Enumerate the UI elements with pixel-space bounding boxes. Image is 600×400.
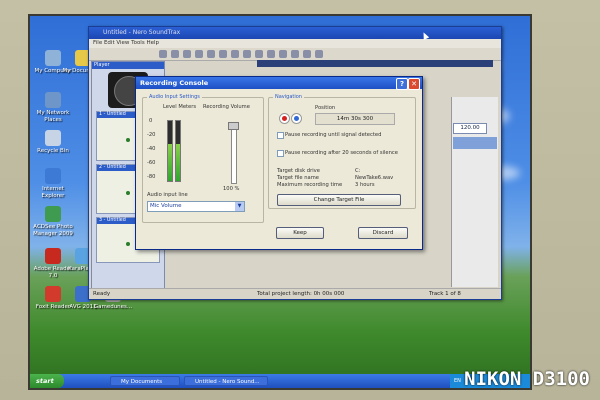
desktop-icon[interactable]: Internet Explorer bbox=[30, 168, 76, 200]
desktop-icon-label: Recycle Bin bbox=[37, 148, 69, 154]
pause-after-silence-checkbox[interactable] bbox=[277, 150, 284, 157]
start-button[interactable]: start bbox=[30, 374, 64, 388]
tool-icon[interactable] bbox=[219, 50, 227, 58]
selection-strip bbox=[453, 137, 497, 149]
desktop-icon[interactable]: My Network Places bbox=[30, 92, 76, 124]
taskbar-item-my-documents[interactable]: My Documents bbox=[110, 376, 180, 386]
pause-until-signal-label: Pause recording until signal detected bbox=[285, 132, 382, 138]
level-meter-left bbox=[167, 120, 173, 182]
status-total-length: Total project length: 0h 00s 000 bbox=[257, 291, 345, 297]
input-line-label: Audio input line bbox=[147, 192, 188, 198]
target-drive-value: C: bbox=[355, 168, 361, 174]
desktop-icon-glyph bbox=[45, 248, 61, 264]
taskbar-item-nero[interactable]: Untitled - Nero Sound... bbox=[184, 376, 268, 386]
close-icon[interactable]: ✕ bbox=[408, 78, 420, 90]
camera-watermark: NIKON D3100 bbox=[464, 368, 590, 390]
target-drive-label: Target disk drive bbox=[277, 168, 320, 174]
desktop-icon-glyph bbox=[45, 168, 61, 184]
keep-button[interactable]: Keep bbox=[276, 227, 324, 239]
dialog-title: Recording Console bbox=[140, 79, 209, 87]
desktop-icon-glyph bbox=[45, 92, 61, 108]
max-time-value: 3 hours bbox=[355, 182, 375, 188]
timeline-ruler[interactable] bbox=[257, 60, 493, 67]
tool-icon[interactable] bbox=[159, 50, 167, 58]
recording-volume-slider[interactable] bbox=[228, 122, 239, 130]
tool-icon[interactable] bbox=[255, 50, 263, 58]
tool-icon[interactable] bbox=[315, 50, 323, 58]
desktop-icon-label: Internet Explorer bbox=[41, 186, 65, 199]
max-time-label: Maximum recording time bbox=[277, 182, 343, 188]
change-target-file-button[interactable]: Change Target File bbox=[277, 194, 401, 206]
navigation-caption: Navigation bbox=[273, 94, 304, 101]
app-title-bar[interactable]: Untitled - Nero SoundTrax bbox=[89, 27, 501, 39]
desktop-icon-glyph bbox=[45, 50, 61, 66]
chevron-down-icon[interactable]: ▼ bbox=[235, 202, 244, 211]
tool-icon[interactable] bbox=[195, 50, 203, 58]
desktop-screen: My Computer My Documents My Network Places… bbox=[28, 14, 532, 390]
position-display: 14m 30s 300 bbox=[315, 113, 395, 125]
desktop-icon-label: My Network Places bbox=[36, 110, 70, 123]
tray-language[interactable]: EN bbox=[454, 378, 461, 384]
status-ready: Ready bbox=[93, 291, 111, 297]
discard-button[interactable]: Discard bbox=[358, 227, 408, 239]
db-tick: -40 bbox=[147, 146, 156, 152]
help-icon[interactable]: ? bbox=[396, 78, 408, 90]
tool-icon[interactable] bbox=[183, 50, 191, 58]
audio-input-group: Audio Input Settings Level Meters Record… bbox=[142, 94, 264, 223]
pause-until-signal-checkbox[interactable] bbox=[277, 132, 284, 139]
audio-input-line-select[interactable]: Mic Volume ▼ bbox=[147, 201, 245, 212]
zoom-field[interactable]: 120.00 bbox=[453, 123, 487, 134]
level-meters-label: Level Meters bbox=[163, 104, 197, 110]
position-label: Position bbox=[315, 105, 336, 111]
audio-input-caption: Audio Input Settings bbox=[147, 94, 202, 101]
db-tick: -60 bbox=[147, 160, 156, 166]
db-tick: -20 bbox=[147, 132, 156, 138]
track-dot-icon bbox=[126, 191, 130, 196]
recording-console-dialog[interactable]: Recording Console ? ✕ Audio Input Settin… bbox=[135, 76, 423, 250]
status-track: Track 1 of 8 bbox=[429, 291, 461, 297]
tool-icon[interactable] bbox=[303, 50, 311, 58]
recording-volume-track[interactable] bbox=[231, 124, 237, 184]
tool-icon[interactable] bbox=[291, 50, 299, 58]
db-tick: -80 bbox=[147, 174, 156, 180]
player-label: Player bbox=[92, 62, 164, 69]
tool-icon[interactable] bbox=[231, 50, 239, 58]
pause-after-silence-label: Pause recording after 20 seconds of sile… bbox=[285, 150, 398, 156]
desktop-icon[interactable]: ACDSee Photo Manager 2009 bbox=[30, 206, 76, 238]
track-dot-icon bbox=[126, 242, 130, 247]
stop-button[interactable] bbox=[291, 113, 302, 124]
app-status-bar: Ready Total project length: 0h 00s 000 T… bbox=[89, 288, 501, 299]
record-button[interactable] bbox=[279, 113, 290, 124]
target-file-value: NewTake6.wav bbox=[355, 175, 394, 181]
db-tick: 0 bbox=[149, 118, 153, 124]
level-meter-right bbox=[175, 120, 181, 182]
tool-icon[interactable] bbox=[171, 50, 179, 58]
target-file-label: Target file name bbox=[277, 175, 319, 181]
app-menubar[interactable]: File Edit View Tools Help bbox=[89, 39, 501, 48]
dialog-title-bar[interactable]: Recording Console ? ✕ bbox=[136, 77, 422, 90]
desktop-icon-glyph bbox=[45, 286, 61, 302]
tool-icon[interactable] bbox=[243, 50, 251, 58]
input-line-value: Mic Volume bbox=[150, 203, 182, 209]
tool-icon[interactable] bbox=[279, 50, 287, 58]
desktop-icon-glyph bbox=[45, 130, 61, 146]
volume-value: 100 % bbox=[223, 186, 240, 192]
navigation-group: Navigation Position 14m 30s 300 Pause re… bbox=[268, 94, 416, 209]
desktop-icon-label: Gamedunes... bbox=[93, 304, 133, 310]
tool-icon[interactable] bbox=[207, 50, 215, 58]
desktop-icon[interactable]: Recycle Bin bbox=[30, 130, 76, 155]
taskbar: start My Documents Untitled - Nero Sound… bbox=[30, 374, 530, 388]
track-dot-icon bbox=[126, 138, 130, 143]
desktop-icon-label: ACDSee Photo Manager 2009 bbox=[33, 224, 73, 237]
tool-icon[interactable] bbox=[267, 50, 275, 58]
recording-volume-label: Recording Volume bbox=[203, 104, 250, 110]
desktop-icon-glyph bbox=[45, 206, 61, 222]
